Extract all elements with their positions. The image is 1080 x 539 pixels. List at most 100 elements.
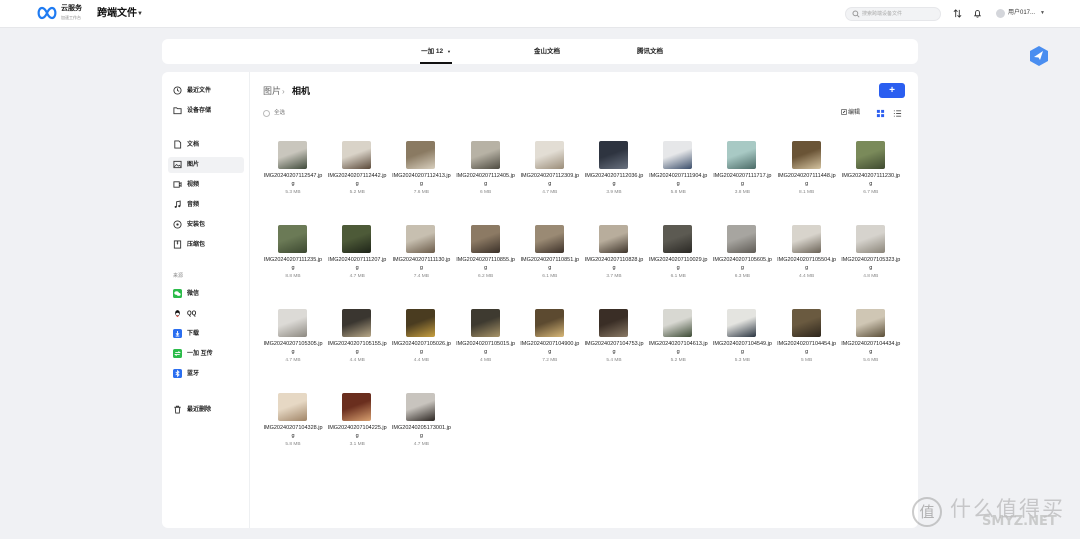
sidebar-item-device-storage[interactable]: 设备存储 [168,103,244,119]
file-item[interactable]: IMG20240207105323.jpg 4.8 MB [841,221,901,297]
file-name: IMG20240207105155.jpg [327,341,387,355]
file-item[interactable]: IMG20240207104225.jpg 3.1 MB [327,389,387,465]
tab-kingsoft-docs[interactable]: 金山文档 [530,39,564,64]
file-item[interactable]: IMG20240207104900.jpg 7.2 MB [520,305,580,381]
sidebar-item-audio[interactable]: 音频 [168,197,244,213]
list-view-icon[interactable] [893,109,902,118]
user-name[interactable]: 用户017... [1008,9,1035,18]
file-item[interactable]: IMG20240207105015.jpg 4 MB [456,305,516,381]
archive-icon [173,240,182,249]
file-size: 4.4 MB [349,358,365,363]
file-item[interactable]: IMG20240207111235.jpg 8.8 MB [263,221,323,297]
search-box[interactable] [845,7,941,21]
file-item[interactable]: IMG20240207105504.jpg 4.4 MB [777,221,837,297]
file-item[interactable]: IMG20240207112405.jpg 6 MB [456,137,516,213]
tab-tencent-docs[interactable]: 腾讯文档 [633,39,667,64]
brand-name: 云服务 [61,5,82,12]
sidebar-item-oneplus-share[interactable]: 一加 互传 [168,346,244,362]
file-item[interactable]: IMG20240205173001.jpg 4.7 MB [391,389,451,465]
file-size: 4.4 MB [798,274,815,279]
grid-view-icon[interactable] [876,109,885,118]
file-item[interactable]: IMG20240207110828.jpg 3.7 MB [584,221,644,297]
top-bar: 云服务 加速工作台 跨端文件 ▼ 用户017... ▼ [0,0,1080,28]
file-size: 5.3 MB [285,190,301,195]
share-icon [173,349,182,358]
file-item[interactable]: IMG20240207104613.jpg 5.2 MB [648,305,708,381]
file-item[interactable]: IMG20240207111448.jpg 8.1 MB [777,137,837,213]
select-all-checkbox[interactable] [263,110,270,117]
file-size: 6.3 MB [734,274,750,279]
file-item[interactable]: IMG20240207104454.jpg 5 MB [777,305,837,381]
file-name: IMG20240207104549.jpg [712,341,772,355]
file-item[interactable]: IMG20240207105155.jpg 4.4 MB [327,305,387,381]
wechat-icon [173,289,182,298]
avatar[interactable] [996,9,1005,18]
sidebar-item-bluetooth[interactable]: 蓝牙 [168,366,244,382]
sort-icon[interactable] [953,9,962,18]
file-name: IMG20240207105015.jpg [456,341,516,355]
assistant-badge-icon[interactable] [1028,45,1050,67]
add-button[interactable]: + [879,83,905,98]
file-size: 3.8 MB [734,190,750,195]
breadcrumb-parent[interactable]: 图片 [263,86,281,97]
sidebar-item-wechat[interactable]: 微信 [168,286,244,302]
file-item[interactable]: IMG20240207105605.jpg 6.3 MB [712,221,772,297]
bell-icon[interactable] [973,9,982,18]
file-item[interactable]: IMG20240207112309.jpg 4.7 MB [520,137,580,213]
file-item[interactable]: IMG20240207105026.jpg 4.4 MB [391,305,451,381]
qq-icon [175,310,180,318]
file-item[interactable]: IMG20240207104753.jpg 5.4 MB [584,305,644,381]
file-item[interactable]: IMG20240207104328.jpg 5.8 MB [263,389,323,465]
file-item[interactable]: IMG20240207110851.jpg 6.1 MB [520,221,580,297]
edit-button[interactable]: 编辑 [841,109,860,118]
breadcrumb-chevron-icon: › [282,87,285,96]
file-size: 5.6 MB [863,358,879,363]
file-name: IMG20240207111207.jpg [328,257,387,271]
sidebar-item-qq[interactable]: QQ [168,306,244,322]
sidebar-item-label: 图片 [187,162,200,168]
file-item[interactable]: IMG20240207111717.jpg 3.8 MB [712,137,772,213]
sidebar-item-label: 最近文件 [187,88,212,94]
file-item[interactable]: IMG20240207111130.jpg 7.4 MB [391,221,451,297]
search-icon [852,10,860,18]
file-item[interactable]: IMG20240207104434.jpg 5.6 MB [841,305,901,381]
sidebar-item-downloads[interactable]: 下载 [168,326,244,342]
file-item[interactable]: IMG20240207104549.jpg 5.3 MB [712,305,772,381]
file-thumbnail [663,141,693,169]
bluetooth-icon [173,369,182,378]
sidebar-item-recent[interactable]: 最近文件 [168,83,244,99]
sidebar-item-documents[interactable]: 文档 [168,137,244,153]
sidebar-item-label: 音频 [187,202,200,208]
tab-oneplus-12[interactable]: 一加 12 ▼ [420,39,452,64]
sidebar-item-label: 压缩包 [187,242,206,248]
file-item[interactable]: IMG20240207110855.jpg 6.2 MB [456,221,516,297]
sidebar-item-archives[interactable]: 压缩包 [168,237,244,253]
file-item[interactable]: IMG20240207112413.jpg 7.6 MB [391,137,451,213]
file-item[interactable]: IMG20240207111230.jpg 6.7 MB [841,137,901,213]
file-item[interactable]: IMG20240207105305.jpg 4.7 MB [263,305,323,381]
search-input[interactable] [862,9,938,19]
sidebar-item-packages[interactable]: 安装包 [168,217,244,233]
sidebar-item-images[interactable]: 图片 [168,157,244,173]
file-name: IMG20240207112405.jpg [456,173,515,187]
file-thumbnail [470,225,500,253]
app-title[interactable]: 跨端文件 [97,8,137,20]
user-menu-caret-icon[interactable]: ▼ [1040,9,1045,18]
file-thumbnail [855,309,885,337]
sidebar-item-recently-deleted[interactable]: 最近删除 [168,402,244,418]
select-all-label[interactable]: 全选 [274,109,285,118]
file-size: 4.7 MB [285,358,301,363]
sidebar-item-label: 视频 [187,182,200,188]
sidebar-item-videos[interactable]: 视频 [168,177,244,193]
sidebar: 最近文件 设备存储 文档 图片 视频 音频 安装包 压缩包 来源 微信 QQ 下… [162,72,250,528]
file-item[interactable]: IMG20240207112547.jpg 5.3 MB [263,137,323,213]
file-name: IMG20240207112036.jpg [584,173,644,187]
app-title-caret-icon[interactable]: ▼ [137,8,143,20]
file-name: IMG20240207110851.jpg [520,257,580,271]
file-item[interactable]: IMG20240207110029.jpg 6.1 MB [648,221,708,297]
file-item[interactable]: IMG20240207111904.jpg 5.8 MB [648,137,708,213]
file-item[interactable]: IMG20240207112442.jpg 5.2 MB [327,137,387,213]
file-item[interactable]: IMG20240207111207.jpg 4.7 MB [327,221,387,297]
file-item[interactable]: IMG20240207112036.jpg 3.9 MB [584,137,644,213]
file-size: 4 MB [479,358,492,363]
